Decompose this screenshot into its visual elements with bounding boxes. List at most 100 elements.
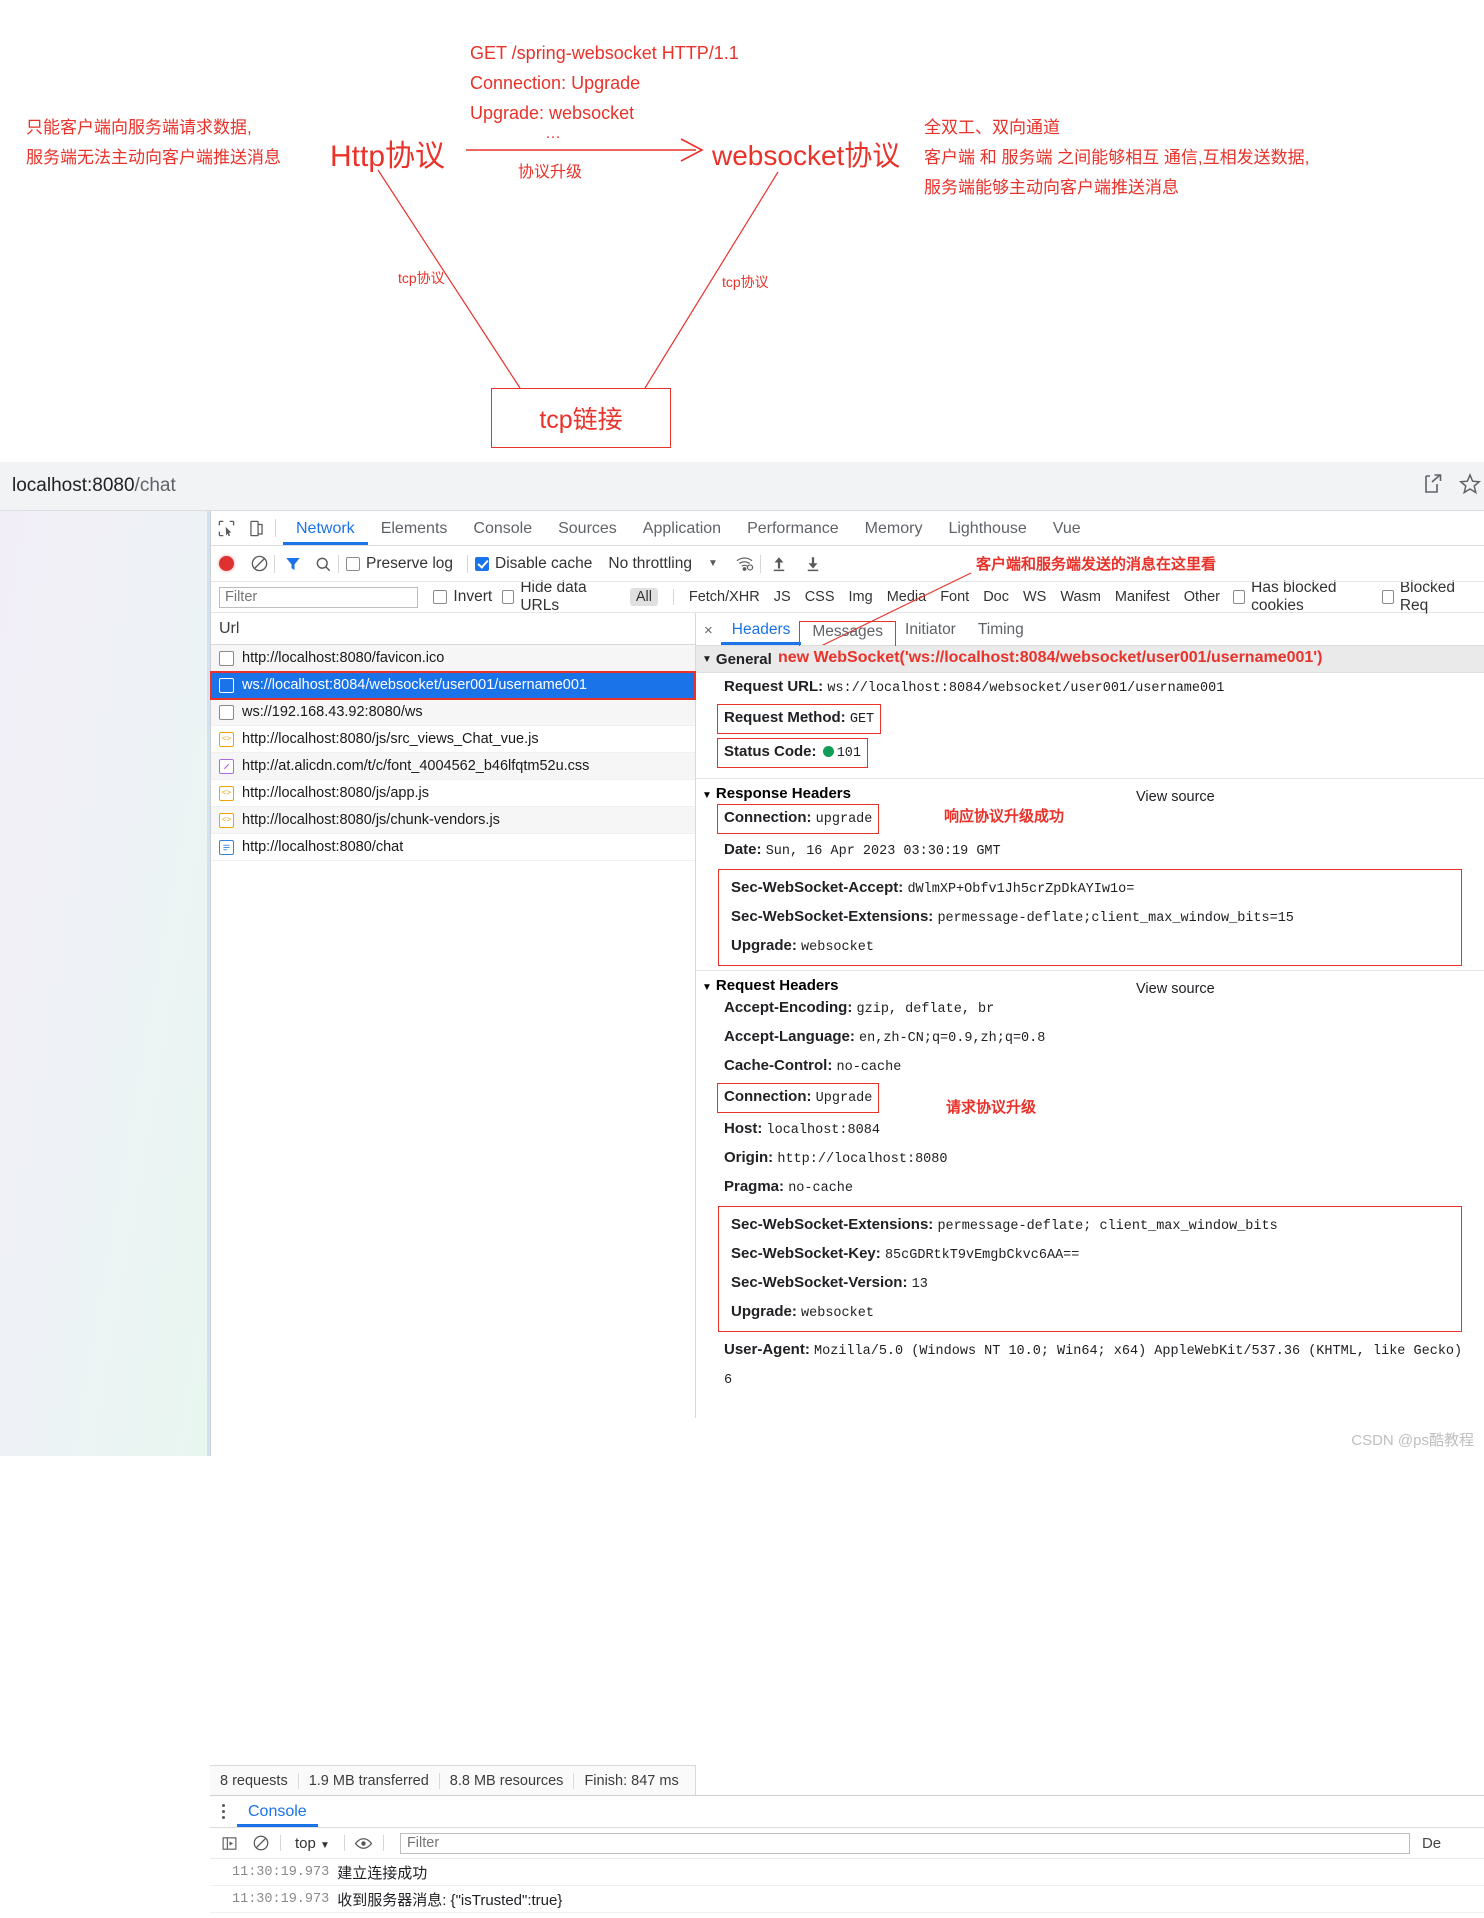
req-upgrade-key: Upgrade: (731, 1303, 797, 1320)
filter-type-media[interactable]: Media (887, 589, 927, 605)
detail-tab-headers[interactable]: Headers (720, 621, 802, 645)
request-url: ws://localhost:8084/websocket/user001/us… (242, 677, 587, 693)
filter-type-ws[interactable]: WS (1023, 589, 1046, 605)
req-extensions-value: permessage-deflate; client_max_window_bi… (937, 1219, 1278, 1234)
table-row[interactable]: <> http://localhost:8080/js/app.js (211, 780, 695, 807)
address-bar[interactable]: localhost:8080/chat (0, 462, 1484, 511)
tab-network[interactable]: Network (283, 520, 368, 545)
protocol-upgrade-label: 协议升级 (518, 164, 583, 181)
filter-type-doc[interactable]: Doc (983, 589, 1009, 605)
diagram-lines (377, 138, 779, 389)
req-version-row: Sec-WebSocket-Version: 13 (725, 1269, 1455, 1298)
hide-data-urls-checkbox[interactable] (502, 590, 515, 604)
table-row[interactable]: <> http://localhost:8080/js/chunk-vendors… (211, 807, 695, 834)
response-headers-header[interactable]: ▼ Response Headers View source (696, 785, 1484, 805)
tab-application[interactable]: Application (630, 520, 734, 545)
table-row[interactable]: ws://192.168.43.92:8080/ws (211, 699, 695, 726)
css-file-icon (219, 758, 234, 774)
filter-funnel-icon[interactable] (282, 553, 304, 575)
preserve-log-toggle[interactable]: Preserve log (346, 555, 453, 573)
live-expression-eye-icon[interactable] (353, 1832, 375, 1854)
console-sidebar-icon[interactable] (218, 1832, 240, 1854)
req-key-row: Sec-WebSocket-Key: 85cGDRtkT9vEmgbCkvc6A… (725, 1240, 1455, 1269)
websocket-protocol-label: websocket协议 (712, 140, 901, 171)
clear-console-icon[interactable] (250, 1832, 272, 1854)
import-har-icon[interactable] (768, 553, 790, 575)
general-section-header[interactable]: ▼ General new WebSocket('ws://localhost:… (696, 646, 1484, 673)
invert-toggle[interactable]: Invert (433, 588, 492, 606)
table-row[interactable]: http://localhost:8080/favicon.ico (211, 645, 695, 672)
filter-type-manifest[interactable]: Manifest (1115, 589, 1170, 605)
blocked-requests-toggle[interactable]: Blocked Req (1381, 579, 1474, 615)
tcp-protocol-left-label: tcp协议 (398, 270, 445, 286)
tab-vue[interactable]: Vue (1040, 520, 1094, 545)
table-row[interactable]: ws://localhost:8084/websocket/user001/us… (210, 671, 696, 700)
has-blocked-cookies-toggle[interactable]: Has blocked cookies (1232, 579, 1372, 615)
console-filter-input[interactable] (399, 1832, 1410, 1854)
drawer-tab-console[interactable]: Console (237, 1803, 318, 1827)
tab-memory[interactable]: Memory (852, 520, 936, 545)
default-levels-label[interactable]: De (1422, 1835, 1441, 1852)
devtools-panel: Network Elements Console Sources Applica… (210, 511, 1484, 1456)
filter-type-wasm[interactable]: Wasm (1060, 589, 1101, 605)
request-url-key: Request URL: (724, 678, 824, 695)
disable-cache-toggle[interactable]: Disable cache (475, 555, 592, 573)
filter-type-font[interactable]: Font (940, 589, 969, 605)
request-upgrade-annotation: 请求协议升级 (946, 1099, 1037, 1116)
preserve-log-checkbox[interactable] (346, 556, 360, 571)
search-icon[interactable] (312, 553, 334, 575)
request-headers-header[interactable]: ▼ Request Headers View source (696, 977, 1484, 997)
more-options-icon[interactable] (222, 1804, 225, 1819)
export-har-icon[interactable] (802, 553, 824, 575)
request-method-value: GET (849, 712, 875, 727)
close-detail-icon[interactable]: × (704, 622, 713, 639)
req-key-value: 85cGDRtkT9vEmgbCkvc6AA== (884, 1248, 1080, 1263)
inspect-element-icon[interactable] (213, 515, 239, 541)
blocked-requests-checkbox[interactable] (1381, 590, 1394, 604)
arrow-dots-label: … (545, 125, 562, 142)
table-row[interactable]: http://at.alicdn.com/t/c/font_4004562_b4… (211, 753, 695, 780)
network-toolbar: Preserve log Disable cache No throttling… (211, 546, 1484, 647)
console-context-select[interactable]: top ▼ (295, 1835, 330, 1852)
table-row[interactable]: http://localhost:8080/chat (211, 834, 695, 861)
throttling-select[interactable]: No throttling ▼ (602, 555, 717, 573)
network-filter-input[interactable] (219, 586, 418, 608)
request-method-key: Request Method: (724, 709, 846, 726)
tab-sources[interactable]: Sources (545, 520, 630, 545)
has-blocked-cookies-checkbox[interactable] (1232, 590, 1246, 604)
response-upgrade-value: websocket (801, 940, 874, 955)
hide-data-urls-toggle[interactable]: Hide data URLs (502, 579, 613, 615)
tab-elements[interactable]: Elements (368, 520, 461, 545)
tab-performance[interactable]: Performance (734, 520, 852, 545)
detail-tab-messages[interactable]: Messages (799, 621, 897, 647)
device-toolbar-icon[interactable] (243, 515, 269, 541)
tab-console[interactable]: Console (460, 520, 545, 545)
address-path: /chat (134, 475, 176, 496)
req-accept-encoding-row: Accept-Encoding: gzip, deflate, br (696, 994, 1484, 1023)
response-extensions-key: Sec-WebSocket-Extensions: (731, 908, 934, 925)
filter-type-other[interactable]: Other (1184, 589, 1220, 605)
bookmark-star-icon[interactable] (1458, 472, 1484, 500)
req-origin-row: Origin: http://localhost:8080 (696, 1144, 1484, 1173)
disable-cache-checkbox[interactable] (475, 556, 490, 571)
host-value: localhost:8084 (766, 1123, 880, 1138)
filter-type-fetch-xhr[interactable]: Fetch/XHR (689, 589, 760, 605)
detail-tab-timing[interactable]: Timing (967, 621, 1035, 645)
share-icon[interactable] (1420, 472, 1448, 500)
status-ok-dot-icon (822, 745, 834, 757)
invert-checkbox[interactable] (433, 590, 448, 604)
tab-lighthouse[interactable]: Lighthouse (935, 520, 1039, 545)
network-conditions-icon[interactable] (734, 553, 756, 575)
detail-tab-initiator[interactable]: Initiator (894, 621, 967, 645)
request-headers-title: Request Headers (715, 977, 839, 994)
clear-icon[interactable] (248, 553, 270, 575)
req-connection-row: Connection: Upgrade 请求协议升级 (696, 1081, 1484, 1116)
chevron-down-icon[interactable]: ▼ (708, 558, 718, 569)
filter-type-img[interactable]: Img (849, 589, 873, 605)
filter-type-js[interactable]: JS (774, 589, 791, 605)
filter-type-css[interactable]: CSS (805, 589, 835, 605)
js-file-icon: <> (219, 812, 234, 828)
table-row[interactable]: <> http://localhost:8080/js/src_views_Cha… (211, 726, 695, 753)
record-button[interactable] (219, 556, 234, 571)
filter-type-all[interactable]: All (629, 588, 658, 606)
